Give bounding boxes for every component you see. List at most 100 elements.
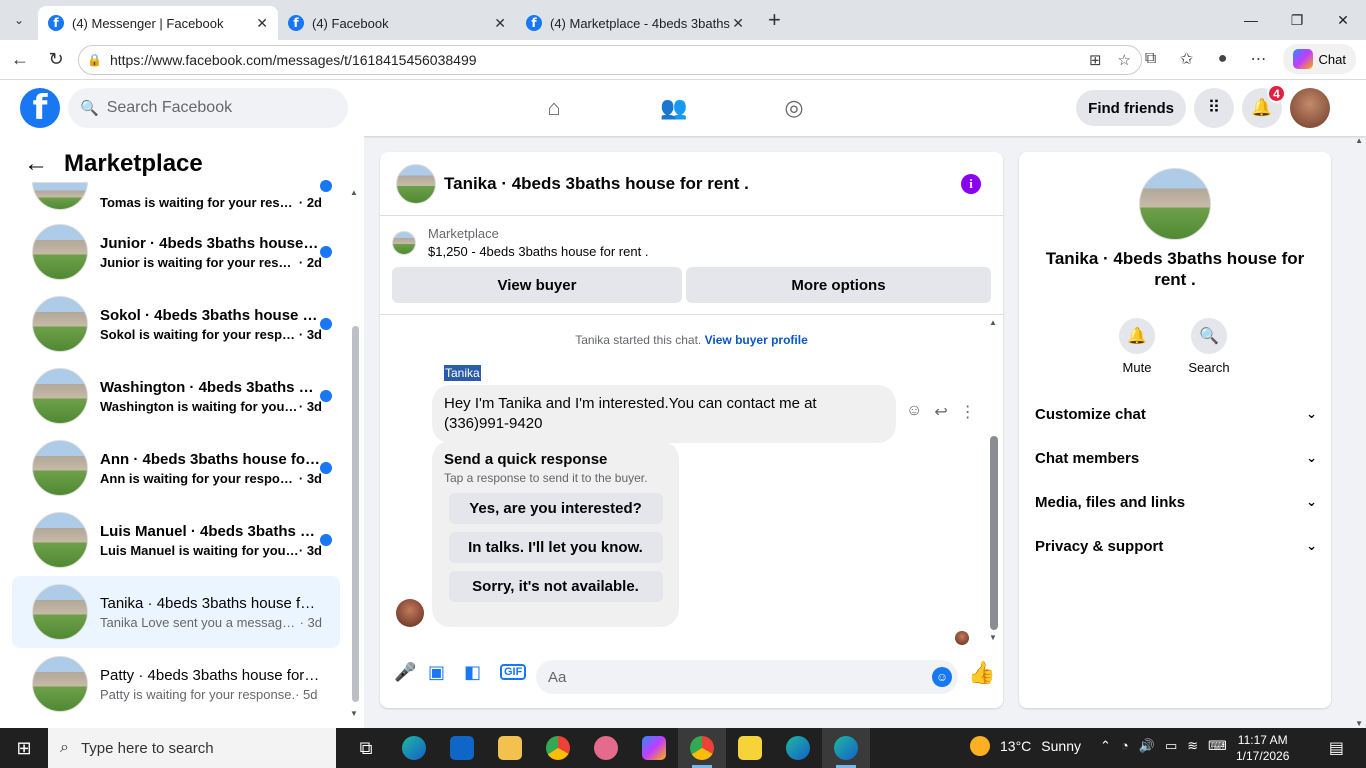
quick-reply-button[interactable]: Sorry, it's not available. [448, 571, 663, 602]
notifications-bell-icon[interactable]: 🔔 4 [1242, 84, 1286, 128]
file-explorer-icon[interactable] [486, 728, 534, 768]
refresh-icon[interactable]: ↻ [38, 42, 74, 78]
scroll-up-icon[interactable]: ▲ [350, 188, 358, 197]
back-arrow-icon[interactable]: ← [24, 150, 48, 178]
copilot-button[interactable]: Chat [1282, 44, 1356, 74]
edge-active-icon[interactable] [822, 728, 870, 768]
app-icon[interactable]: ⊞ [1089, 51, 1102, 69]
paint-icon[interactable] [582, 728, 630, 768]
more-vertical-icon[interactable]: ⋮ [960, 402, 976, 422]
taskbar-clock[interactable]: 11:17 AM 1/17/2026 [1236, 732, 1289, 764]
conversation-junior[interactable]: Junior · 4beds 3baths house fo... Junior … [12, 216, 340, 288]
conversation-luis-manuel[interactable]: Luis Manuel · 4beds 3baths ho... Luis Man… [12, 504, 340, 576]
url-field[interactable]: 🔒 https://www.facebook.com/messages/t/16… [78, 45, 1142, 75]
outlook-icon[interactable] [438, 728, 486, 768]
search-in-chat-button[interactable]: 🔍 Search [1179, 318, 1239, 375]
customize-chat-section[interactable]: Customize chat ⌄ [1035, 392, 1317, 436]
scrollbar-thumb[interactable] [990, 436, 998, 630]
notification-center-icon[interactable]: ▤ [1329, 738, 1344, 758]
profile-icon[interactable]: ● [1211, 50, 1235, 68]
edge-icon[interactable] [390, 728, 438, 768]
message-input[interactable]: Aa ☺ [536, 660, 958, 694]
wifi-icon[interactable]: ≋ [1187, 738, 1198, 754]
conversation-patty[interactable]: Patty · 4beds 3baths house for r... Patty… [12, 648, 340, 720]
close-tab-icon[interactable]: ✕ [256, 15, 268, 32]
task-view-icon[interactable]: ⧉ [342, 728, 390, 768]
more-options-button[interactable]: More options [686, 267, 991, 303]
scroll-down-icon[interactable]: ▼ [350, 709, 358, 718]
chrome-profile-icon[interactable] [678, 728, 726, 768]
scrollbar-thumb[interactable] [352, 326, 359, 702]
taskbar-search-input[interactable]: ⌕ Type here to search [48, 728, 336, 768]
buyer-avatar[interactable] [396, 599, 424, 627]
chat-scrollbar[interactable]: ▲ ▼ [989, 318, 999, 642]
more-menu-icon[interactable]: ⋯ [1247, 49, 1271, 69]
tab-marketplace[interactable]: f (4) Marketplace - 4beds 3baths ho ✕ [516, 6, 754, 40]
speaker-icon[interactable]: 🔊 [1139, 738, 1155, 754]
info-icon[interactable]: i [961, 174, 981, 194]
conversation-washington[interactable]: Washington · 4beds 3baths ho... Washingto… [12, 360, 340, 432]
message-bubble[interactable]: Hey I'm Tanika and I'm interested.You ca… [432, 385, 896, 443]
privacy-support-section[interactable]: Privacy & support ⌄ [1035, 524, 1317, 568]
account-avatar[interactable] [1290, 88, 1330, 128]
scroll-down-icon[interactable]: ▼ [989, 633, 997, 642]
groups-icon[interactable]: ◎ [760, 88, 828, 128]
new-tab-icon[interactable]: + [768, 7, 781, 33]
home-icon[interactable]: ⌂ [520, 88, 588, 128]
network-icon[interactable]: ◔ [1121, 738, 1129, 754]
scroll-up-icon[interactable]: ▲ [1355, 136, 1363, 145]
minimize-icon[interactable]: — [1228, 0, 1274, 40]
chevron-up-icon[interactable]: ⌃ [1100, 738, 1111, 754]
sticky-notes-icon[interactable] [726, 728, 774, 768]
chat-members-section[interactable]: Chat members ⌄ [1035, 436, 1317, 480]
listing-summary[interactable]: Marketplace $1,250 - 4beds 3baths house … [392, 226, 648, 259]
conversation-scrollbar[interactable]: ▲ ▼ [350, 188, 360, 718]
quick-reply-button[interactable]: Yes, are you interested? [448, 493, 663, 524]
chat-title[interactable]: Tanika · 4beds 3baths house for rent . [444, 174, 749, 194]
view-buyer-button[interactable]: View buyer [392, 267, 682, 303]
close-tab-icon[interactable]: ✕ [494, 15, 506, 32]
reply-icon[interactable]: ↩ [934, 402, 947, 422]
conversation-ann[interactable]: Ann · 4beds 3baths house for r... Ann is … [12, 432, 340, 504]
edge-icon-2[interactable] [774, 728, 822, 768]
tab-messenger[interactable]: f (4) Messenger | Facebook ✕ [38, 6, 278, 40]
close-tab-icon[interactable]: ✕ [732, 15, 744, 32]
thumbs-up-icon[interactable]: 👍 [968, 660, 995, 686]
media-files-links-section[interactable]: Media, files and links ⌄ [1035, 480, 1317, 524]
scroll-down-icon[interactable]: ▼ [1355, 719, 1363, 728]
conversation-tomas[interactable]: Tomas is waiting for your respo... · 2d [12, 180, 340, 216]
extensions-icon[interactable]: ⧉ [1139, 50, 1163, 68]
favorite-star-icon[interactable]: ☆ [1118, 51, 1131, 69]
weather-widget[interactable]: 13°C Sunny [970, 736, 1081, 756]
copilot-app-icon[interactable] [630, 728, 678, 768]
facebook-search-input[interactable]: 🔍 Search Facebook [68, 88, 348, 128]
back-icon[interactable]: ← [2, 42, 38, 78]
react-emoji-icon[interactable]: ☺ [906, 402, 922, 422]
photo-icon[interactable]: ▣ [428, 662, 445, 683]
view-buyer-profile-link[interactable]: View buyer profile [705, 333, 808, 347]
friends-icon[interactable]: 👥 [640, 88, 708, 128]
quick-reply-button[interactable]: In talks. I'll let you know. [448, 532, 663, 563]
sticker-icon[interactable]: ◧ [464, 662, 481, 683]
gif-icon[interactable]: GIF [500, 664, 527, 680]
conversation-tanika[interactable]: Tanika · 4beds 3baths house for ... Tanik… [12, 576, 340, 648]
page-scrollbar[interactable]: ▲ ▼ [1352, 136, 1366, 728]
battery-icon[interactable]: ▭ [1165, 738, 1177, 754]
maximize-icon[interactable]: ❐ [1274, 0, 1320, 40]
tab-actions-icon[interactable]: ⌄ [0, 0, 38, 40]
emoji-icon[interactable]: ☺ [932, 667, 952, 687]
windows-start-icon[interactable]: ⊞ [0, 728, 48, 768]
close-window-icon[interactable]: ✕ [1320, 0, 1366, 40]
favorites-icon[interactable]: ✩ [1175, 49, 1199, 69]
keyboard-icon[interactable]: ⌨ [1208, 738, 1227, 754]
menu-grid-icon[interactable]: ⠿ [1194, 88, 1234, 128]
scroll-up-icon[interactable]: ▲ [989, 318, 997, 327]
tab-facebook[interactable]: f (4) Facebook ✕ [278, 6, 516, 40]
chat-avatar[interactable] [396, 163, 436, 204]
find-friends-button[interactable]: Find friends [1076, 90, 1186, 126]
mute-button[interactable]: 🔔 Mute [1107, 318, 1167, 375]
chrome-icon[interactable] [534, 728, 582, 768]
microphone-icon[interactable]: 🎤 [394, 662, 416, 683]
facebook-logo-icon[interactable]: f [20, 88, 60, 128]
conversation-sokol[interactable]: Sokol · 4beds 3baths house fo... Sokol is… [12, 288, 340, 360]
